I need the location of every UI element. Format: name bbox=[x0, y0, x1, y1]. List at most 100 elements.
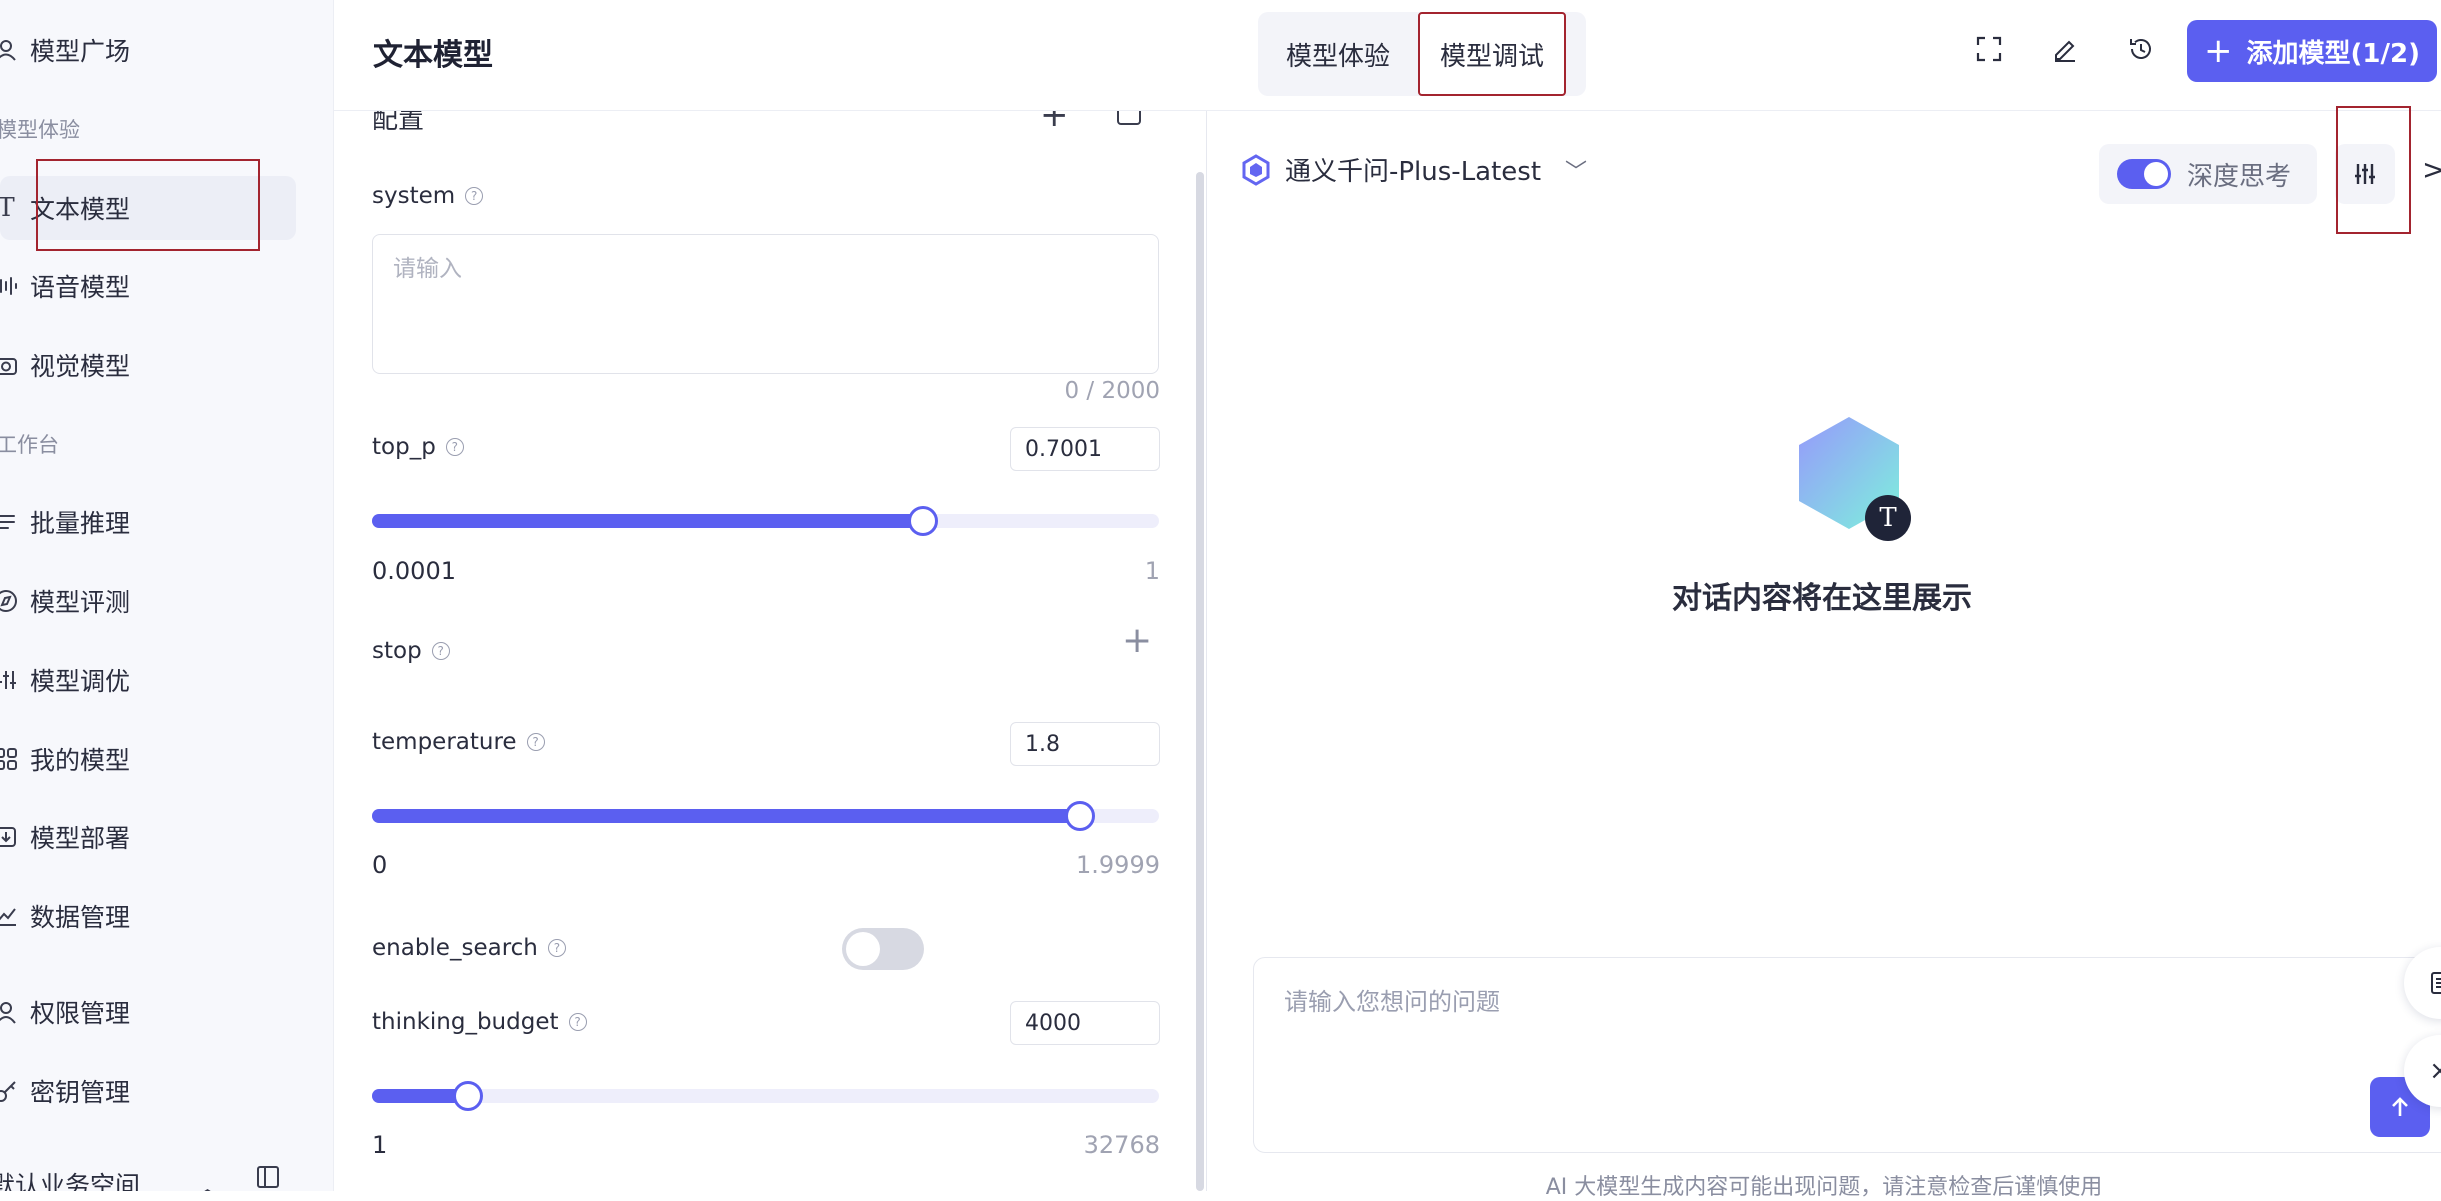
sidebar-item-label: 密钥管理 bbox=[30, 1078, 131, 1107]
sliders-icon bbox=[2355, 164, 2375, 184]
help-icon[interactable]: ? bbox=[431, 642, 450, 660]
slider-handle[interactable] bbox=[907, 506, 938, 536]
sidebar-item-model-eval[interactable]: 模型评测 bbox=[0, 569, 296, 633]
system-placeholder: 请输入 bbox=[393, 256, 462, 282]
enable-search-label: enable_search bbox=[372, 935, 538, 961]
qwen-logo-icon bbox=[1239, 153, 1273, 187]
enable-search-label-row: enable_search ? bbox=[372, 935, 566, 961]
fullscreen-icon[interactable] bbox=[1974, 34, 2004, 64]
top-p-slider[interactable] bbox=[372, 506, 1159, 536]
add-stop-icon[interactable]: + bbox=[1122, 620, 1152, 661]
top-p-input[interactable]: 0.7001 bbox=[1010, 427, 1160, 471]
sidebar-item-model-deploy[interactable]: 模型部署 bbox=[0, 805, 296, 869]
system-label-row: system ? bbox=[372, 183, 484, 209]
sidebar-item-permissions[interactable]: 权限管理 bbox=[0, 980, 296, 1044]
temperature-label-row: temperature ? bbox=[372, 729, 545, 755]
sidebar-item-label: 数据管理 bbox=[30, 903, 131, 932]
model-plaza-icon bbox=[0, 36, 20, 64]
tab-model-debug[interactable]: 模型调试 bbox=[1418, 12, 1566, 96]
sidebar-item-model-tuning[interactable]: 模型调优 bbox=[0, 648, 296, 712]
top-p-min: 0.0001 bbox=[372, 557, 456, 585]
sidebar-item-keys[interactable]: 密钥管理 bbox=[0, 1059, 296, 1123]
list-icon bbox=[0, 508, 20, 536]
system-char-counter: 0 / 2000 bbox=[1064, 378, 1160, 404]
tab-model-experience[interactable]: 模型体验 bbox=[1258, 12, 1418, 96]
grid-icon bbox=[0, 745, 20, 773]
sidebar-item-label: 模型广场 bbox=[30, 37, 131, 66]
thinking-budget-min: 1 bbox=[372, 1131, 388, 1159]
sliders-icon bbox=[0, 666, 20, 694]
slider-fill bbox=[372, 514, 923, 528]
help-icon[interactable]: ? bbox=[465, 187, 484, 205]
sidebar-group-experience: 模型体验 bbox=[0, 118, 80, 142]
model-name: 通义千问-Plus-Latest bbox=[1285, 157, 1542, 187]
chat-input[interactable]: 请输入您想问的问题 bbox=[1253, 957, 2441, 1153]
help-icon[interactable]: ? bbox=[445, 438, 464, 456]
audio-wave-icon bbox=[0, 272, 20, 300]
stop-label-row: stop ? bbox=[372, 638, 450, 664]
history-icon[interactable] bbox=[2126, 34, 2156, 64]
user-icon bbox=[0, 998, 20, 1026]
sidebar: 模型广场 模型体验 T 文本模型 语音模型 视觉模型 工作台 批量推理 模型评测… bbox=[0, 0, 334, 1191]
help-icon[interactable]: ? bbox=[526, 733, 545, 751]
sidebar-item-label: 视觉模型 bbox=[30, 352, 131, 381]
thinking-budget-max: 32768 bbox=[1083, 1131, 1160, 1159]
toggle-knob bbox=[2144, 162, 2168, 186]
sidebar-item-label: 模型评测 bbox=[30, 588, 131, 617]
sidebar-collapse-icon[interactable] bbox=[255, 1164, 281, 1191]
system-prompt-input[interactable]: 请输入 bbox=[372, 234, 1159, 374]
config-scrollbar[interactable] bbox=[1196, 172, 1204, 1191]
sidebar-item-text-model[interactable]: T 文本模型 bbox=[0, 176, 296, 240]
thinking-budget-input[interactable]: 4000 bbox=[1010, 1001, 1160, 1045]
system-label: system bbox=[372, 183, 456, 209]
save-config-icon[interactable] bbox=[1114, 111, 1144, 137]
sidebar-item-data-management[interactable]: 数据管理 bbox=[0, 884, 296, 948]
deep-think-toggle[interactable] bbox=[2117, 159, 2171, 189]
parameter-settings-button[interactable] bbox=[2335, 144, 2395, 204]
edit-icon[interactable] bbox=[2050, 34, 2080, 64]
plus-icon: + bbox=[2204, 31, 2233, 71]
thinking-budget-slider[interactable] bbox=[372, 1081, 1159, 1111]
slider-handle[interactable] bbox=[453, 1081, 483, 1111]
enable-search-toggle[interactable] bbox=[842, 928, 924, 970]
empty-state-illustration: T bbox=[1787, 411, 1927, 551]
add-model-button[interactable]: + 添加模型(1/2) bbox=[2187, 20, 2437, 82]
thinking-budget-label-row: thinking_budget ? bbox=[372, 1009, 587, 1035]
toggle-knob bbox=[846, 932, 880, 966]
workspace-selector[interactable]: 默认业务空间 ︿ bbox=[0, 1166, 320, 1191]
add-icon[interactable]: + bbox=[1040, 111, 1069, 135]
sidebar-item-my-models[interactable]: 我的模型 bbox=[0, 727, 296, 791]
chat-area: 通义千问-Plus-Latest ﹀ 深度思考 > T 对话内容将在这里展示 请… bbox=[1207, 106, 2441, 1200]
model-selector[interactable]: 通义千问-Plus-Latest ﹀ bbox=[1239, 151, 1587, 188]
chevron-down-icon: ﹀ bbox=[1565, 159, 1588, 185]
top-p-label-row: top_p ? bbox=[372, 434, 464, 460]
sidebar-item-label: 权限管理 bbox=[30, 999, 131, 1028]
chart-icon bbox=[0, 902, 20, 930]
sidebar-item-vision-model[interactable]: 视觉模型 bbox=[0, 333, 296, 397]
temperature-label: temperature bbox=[372, 729, 517, 755]
sidebar-item-audio-model[interactable]: 语音模型 bbox=[0, 254, 296, 318]
help-icon[interactable]: ? bbox=[547, 939, 566, 957]
sidebar-item-label: 模型调优 bbox=[30, 667, 131, 696]
help-icon[interactable]: ? bbox=[568, 1013, 587, 1031]
chevron-up-icon: ︿ bbox=[195, 1173, 221, 1191]
empty-state-badge: T bbox=[1879, 503, 1897, 533]
stop-label: stop bbox=[372, 638, 422, 664]
temperature-min: 0 bbox=[372, 851, 388, 879]
arrow-up-icon bbox=[2392, 1097, 2408, 1116]
sidebar-item-label: 我的模型 bbox=[30, 746, 131, 775]
top-p-max: 1 bbox=[1144, 557, 1160, 585]
config-heading: 配置 bbox=[372, 111, 425, 135]
temperature-slider[interactable] bbox=[372, 801, 1159, 831]
deep-think-switch[interactable]: 深度思考 bbox=[2099, 144, 2317, 204]
sidebar-item-label: 文本模型 bbox=[30, 195, 131, 224]
collapse-panel-icon[interactable]: > bbox=[2422, 153, 2441, 186]
key-icon bbox=[0, 1077, 20, 1105]
deep-think-label: 深度思考 bbox=[2187, 161, 2292, 192]
slider-handle[interactable] bbox=[1065, 801, 1096, 831]
thinking-budget-label: thinking_budget bbox=[372, 1009, 559, 1035]
sidebar-item-batch-inference[interactable]: 批量推理 bbox=[0, 490, 296, 554]
camera-icon bbox=[0, 351, 20, 379]
temperature-input[interactable]: 1.8 bbox=[1010, 722, 1160, 766]
sidebar-item-model-plaza[interactable]: 模型广场 bbox=[0, 18, 296, 82]
